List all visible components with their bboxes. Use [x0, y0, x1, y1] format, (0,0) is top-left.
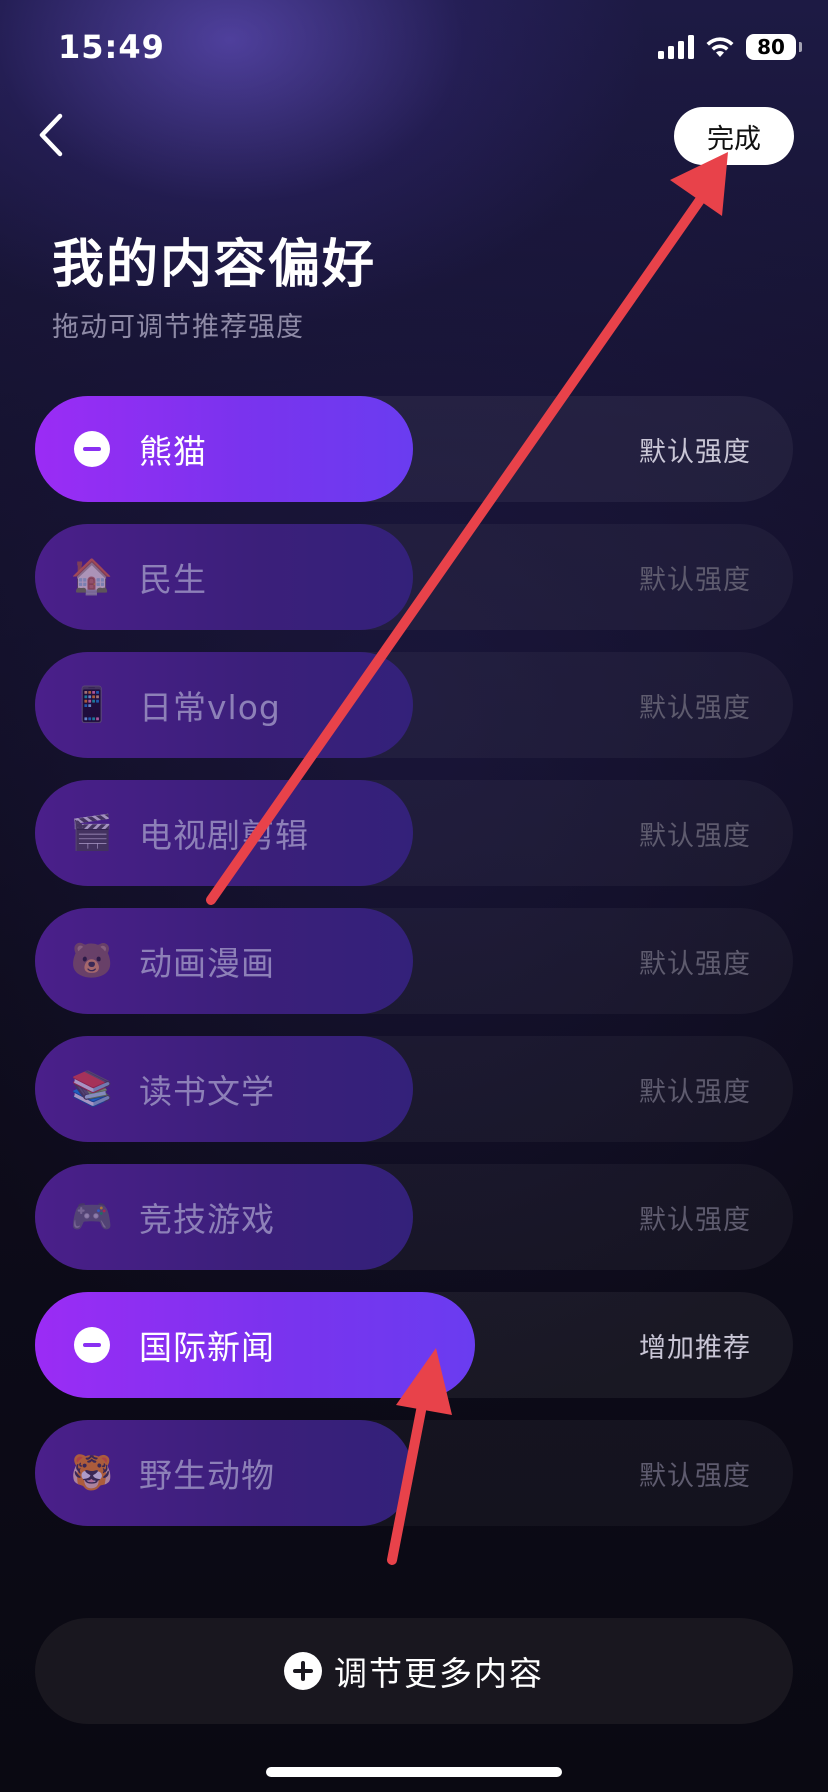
preference-strength: 默认强度 — [639, 1460, 751, 1492]
cellular-signal-icon — [658, 35, 694, 59]
preference-label: 读书文学 — [139, 1072, 275, 1111]
status-time: 15:49 — [58, 28, 165, 66]
preference-list: 熊猫 默认强度 🏠 民生 默认强度 📱 日常vlog 默认强度 🎬 电视剧剪辑 … — [35, 396, 793, 1548]
preference-label: 电视剧剪辑 — [139, 816, 309, 855]
preference-label: 熊猫 — [139, 432, 207, 471]
page-title: 我的内容偏好 — [52, 235, 377, 295]
preference-row-livelihood[interactable]: 🏠 民生 默认强度 — [35, 524, 793, 630]
preference-row-literature[interactable]: 📚 读书文学 默认强度 — [35, 1036, 793, 1142]
adjust-more-label: 调节更多内容 — [334, 1654, 544, 1693]
preference-strength: 默认强度 — [639, 564, 751, 596]
preference-slider-handle[interactable]: 🐻 动画漫画 — [35, 908, 413, 1014]
preference-strength: 增加推荐 — [639, 1332, 751, 1364]
bear-icon: 🐻 — [70, 941, 114, 981]
preference-strength: 默认强度 — [639, 1204, 751, 1236]
preference-row-panda[interactable]: 熊猫 默认强度 — [35, 396, 793, 502]
battery-icon: 80 — [746, 34, 802, 60]
plus-circle-icon — [284, 1652, 322, 1690]
preference-label: 民生 — [139, 560, 207, 599]
back-button[interactable] — [32, 110, 72, 160]
preference-slider-handle[interactable]: 🎬 电视剧剪辑 — [35, 780, 413, 886]
preference-label: 动画漫画 — [139, 944, 275, 983]
done-button[interactable]: 完成 — [674, 107, 794, 165]
preference-label: 野生动物 — [139, 1456, 275, 1495]
wifi-icon — [704, 35, 736, 59]
page-subtitle: 拖动可调节推荐强度 — [52, 312, 304, 343]
preference-label: 竞技游戏 — [139, 1200, 275, 1239]
preference-slider-handle[interactable]: 熊猫 — [35, 396, 413, 502]
minus-circle-icon[interactable] — [69, 426, 115, 472]
screen: 15:49 80 完成 我的内容偏好 拖动可调节推荐强度 熊猫 默认强度 🏠 民… — [0, 0, 828, 1792]
preference-row-esports[interactable]: 🎮 竞技游戏 默认强度 — [35, 1164, 793, 1270]
phone-icon: 📱 — [70, 685, 114, 725]
preference-row-tv-clips[interactable]: 🎬 电视剧剪辑 默认强度 — [35, 780, 793, 886]
books-icon: 📚 — [70, 1069, 114, 1109]
preference-label: 日常vlog — [139, 688, 281, 727]
preference-slider-handle[interactable]: 🏠 民生 — [35, 524, 413, 630]
preference-label: 国际新闻 — [139, 1328, 275, 1367]
clapperboard-icon: 🎬 — [70, 813, 114, 853]
preference-row-vlog[interactable]: 📱 日常vlog 默认强度 — [35, 652, 793, 758]
battery-level: 80 — [757, 35, 785, 59]
preference-slider-handle[interactable]: 📚 读书文学 — [35, 1036, 413, 1142]
preference-slider-handle[interactable]: 国际新闻 — [35, 1292, 475, 1398]
chevron-left-icon — [39, 113, 63, 157]
minus-circle-icon[interactable] — [69, 1322, 115, 1368]
preference-slider-handle[interactable]: 🎮 竞技游戏 — [35, 1164, 413, 1270]
preference-strength: 默认强度 — [639, 436, 751, 468]
tiger-icon: 🐯 — [70, 1453, 114, 1493]
preference-slider-handle[interactable]: 🐯 野生动物 — [35, 1420, 413, 1526]
preference-strength: 默认强度 — [639, 692, 751, 724]
preference-row-wildlife[interactable]: 🐯 野生动物 默认强度 — [35, 1420, 793, 1526]
preference-slider-handle[interactable]: 📱 日常vlog — [35, 652, 413, 758]
status-icons: 80 — [658, 34, 802, 60]
preference-strength: 默认强度 — [639, 820, 751, 852]
preference-strength: 默认强度 — [639, 948, 751, 980]
house-icon: 🏠 — [70, 557, 114, 597]
preference-strength: 默认强度 — [639, 1076, 751, 1108]
adjust-more-button[interactable]: 调节更多内容 — [35, 1618, 793, 1724]
preference-row-anime[interactable]: 🐻 动画漫画 默认强度 — [35, 908, 793, 1014]
home-indicator[interactable] — [266, 1767, 562, 1777]
game-icon: 🎮 — [70, 1197, 114, 1237]
preference-row-world-news[interactable]: 国际新闻 增加推荐 — [35, 1292, 793, 1398]
